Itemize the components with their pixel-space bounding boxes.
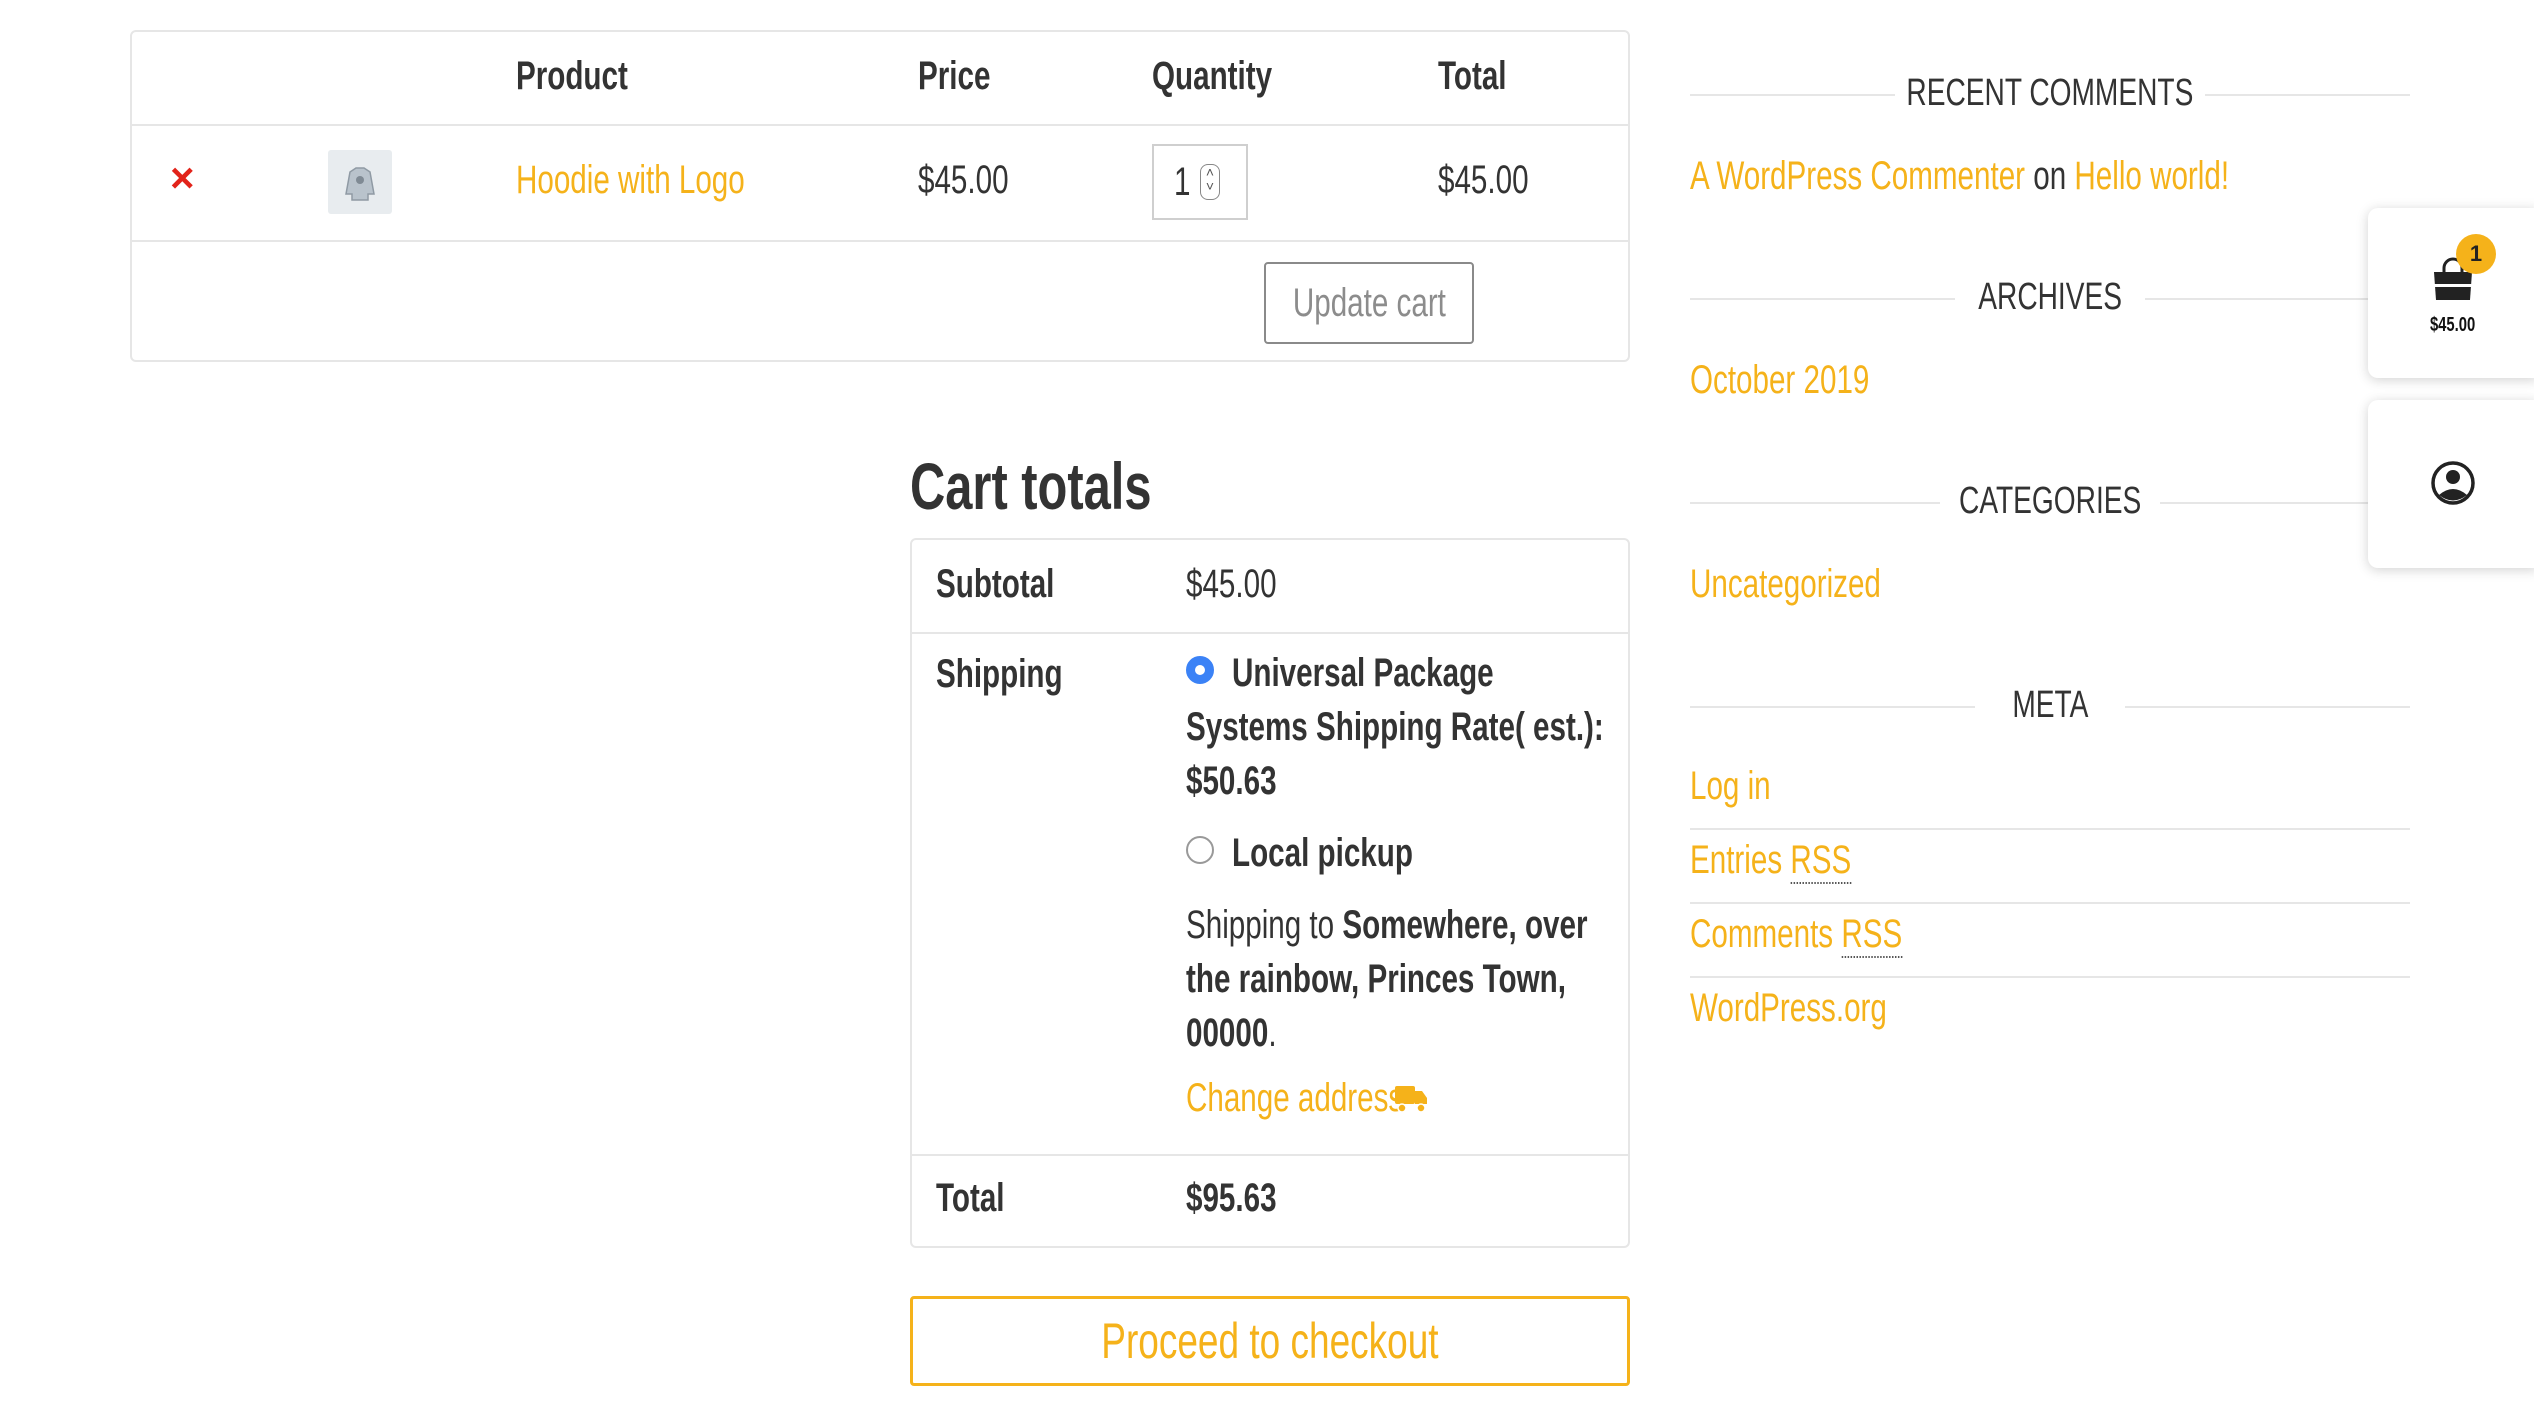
shipping-option-ups-line1[interactable]: Universal Package — [1232, 646, 1586, 700]
meta-item-comments-rss: Comments RSS — [1690, 904, 2410, 978]
subtotal-value: $45.00 — [1186, 562, 1277, 606]
comment-author-link[interactable]: A WordPress Commenter — [1690, 154, 2025, 198]
shipping-address-line1: Somewhere, over — [1342, 903, 1588, 947]
mini-cart-amount: $45.00 — [2430, 314, 2476, 336]
update-cart-button[interactable]: Update cart — [1264, 262, 1474, 344]
shipping-address-suffix: . — [1268, 1011, 1277, 1055]
remove-item-icon[interactable]: × — [170, 154, 195, 202]
meta-item-entries-rss: Entries RSS — [1690, 830, 2410, 904]
product-thumbnail[interactable] — [328, 150, 392, 214]
user-circle-icon — [2431, 461, 2475, 505]
shipping-option-ups-line2[interactable]: Systems Shipping Rate( est.): — [1186, 700, 1751, 754]
order-total-value: $95.63 — [1186, 1176, 1277, 1220]
archive-link-october-2019[interactable]: October 2019 — [1690, 358, 1932, 403]
shipping-option-ups-radio[interactable] — [1186, 656, 1214, 684]
category-link-uncategorized[interactable]: Uncategorized — [1690, 562, 1948, 607]
shipping-option-pickup-label[interactable]: Local pickup — [1232, 826, 1477, 880]
comments-rss-link[interactable]: Comments RSS — [1690, 912, 1977, 958]
shipping-option-ups-line3[interactable]: $50.63 — [1186, 754, 1308, 808]
recent-comment-item: A WordPress Commenter on Hello world! — [1690, 154, 2418, 199]
cart-table-header: Product Price Quantity Total — [132, 32, 1628, 126]
cart-item-row: × Hoodie with Logo $45.00 1 ˄ ˅ $45.00 — [132, 124, 1628, 242]
meta-heading: META — [1690, 676, 2410, 736]
change-address-link[interactable]: Change address — [1186, 1076, 1480, 1121]
shipping-to-prefix: Shipping to — [1186, 903, 1335, 947]
order-total-label: Total — [936, 1176, 1005, 1220]
categories-heading: CATEGORIES — [1690, 472, 2410, 532]
shipping-destination-line1: Shipping to Somewhere, over — [1186, 898, 1729, 952]
archives-heading: ARCHIVES — [1690, 268, 2410, 328]
truck-icon — [1395, 1086, 1427, 1113]
cart-table: Product Price Quantity Total × Hoodie wi… — [130, 30, 1630, 362]
floating-account-button[interactable] — [2368, 400, 2534, 568]
header-product: Product — [516, 54, 628, 98]
floating-mini-cart[interactable]: 1 $45.00 — [2368, 208, 2534, 378]
shipping-option-pickup-radio[interactable] — [1186, 836, 1214, 864]
product-price: $45.00 — [918, 158, 1009, 202]
shipping-destination-line2: the rainbow, Princes Town, — [1186, 952, 1699, 1006]
subtotal-row: Subtotal $45.00 — [912, 540, 1628, 634]
product-name-link[interactable]: Hoodie with Logo — [516, 158, 825, 203]
shipping-row: Shipping Universal Package Systems Shipp… — [912, 632, 1628, 1156]
shipping-label: Shipping — [936, 652, 1063, 696]
wordpress-org-link[interactable]: WordPress.org — [1690, 986, 1956, 1031]
quantity-stepper[interactable]: 1 ˄ ˅ — [1152, 144, 1248, 220]
proceed-to-checkout-button[interactable]: Proceed to checkout — [910, 1296, 1630, 1386]
comment-post-link[interactable]: Hello world! — [2074, 154, 2229, 198]
shipping-address-line3: 00000 — [1186, 1011, 1269, 1055]
product-line-total: $45.00 — [1438, 158, 1529, 202]
cart-totals-table: Subtotal $45.00 Shipping Universal Packa… — [910, 538, 1630, 1248]
shipping-address-line2: the rainbow, Princes Town, — [1186, 957, 1566, 1001]
subtotal-label: Subtotal — [936, 562, 1055, 606]
comment-on-text: on — [2033, 154, 2067, 198]
cart-totals-title: Cart totals — [910, 449, 1152, 523]
log-in-link[interactable]: Log in — [1690, 764, 1799, 809]
header-total: Total — [1438, 54, 1507, 98]
cart-count-badge: 1 — [2456, 234, 2496, 274]
spinner-icon[interactable]: ˄ ˅ — [1200, 164, 1220, 200]
order-total-row: Total $95.63 — [912, 1154, 1628, 1246]
shipping-destination-line3: 00000. — [1186, 1006, 1308, 1060]
recent-comments-heading: RECENT COMMENTS — [1690, 64, 2410, 124]
header-quantity: Quantity — [1152, 54, 1273, 98]
meta-item-wordpress-org: WordPress.org — [1690, 978, 2410, 1050]
header-price: Price — [918, 54, 991, 98]
quantity-value: 1 — [1174, 160, 1191, 204]
meta-item-login: Log in — [1690, 756, 2410, 830]
entries-rss-link[interactable]: Entries RSS — [1690, 838, 1908, 884]
